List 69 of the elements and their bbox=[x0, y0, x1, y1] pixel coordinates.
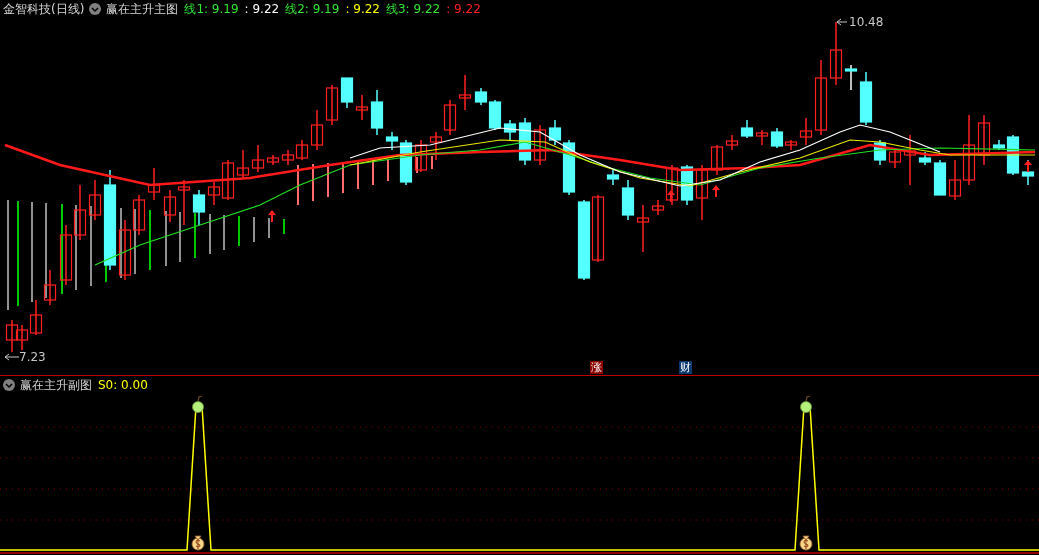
money-bag-icon bbox=[191, 535, 205, 551]
indicator-bar bbox=[209, 213, 211, 255]
indicator-bar bbox=[431, 155, 433, 170]
indicator-reading: 线1: 9.19 bbox=[184, 1, 239, 17]
candlestick bbox=[414, 139, 428, 173]
indicator-reading: 线3: 9.22 bbox=[385, 1, 441, 17]
candlestick bbox=[236, 149, 250, 179]
indicator-bar bbox=[357, 160, 359, 190]
up-arrow-icon bbox=[667, 190, 675, 202]
up-arrow-icon bbox=[712, 185, 720, 197]
candlestick bbox=[443, 99, 457, 136]
signal-badge: 财 bbox=[679, 361, 692, 374]
indicator-reading: : 9.22 bbox=[345, 1, 380, 17]
indicator-bar bbox=[283, 218, 285, 235]
indicator-reading: S0: 0.00 bbox=[98, 377, 148, 393]
indicator-bar bbox=[327, 162, 329, 198]
candlestick bbox=[340, 77, 354, 109]
candlestick bbox=[29, 299, 43, 336]
signal-badge: 涨 bbox=[590, 361, 603, 374]
indicator-bar bbox=[253, 216, 255, 243]
candlestick bbox=[59, 224, 73, 286]
indicator-name: 赢在主升主图 bbox=[106, 1, 179, 17]
candlestick bbox=[43, 269, 57, 306]
indicator-reading: : 9.22 bbox=[244, 1, 280, 17]
high-price-label: 10.48 bbox=[849, 15, 884, 29]
candlestick bbox=[147, 167, 161, 201]
up-arrow-icon bbox=[1024, 160, 1032, 172]
candlestick bbox=[73, 184, 87, 241]
indicator-bar bbox=[120, 207, 122, 279]
indicator-bar bbox=[372, 159, 374, 186]
indicator-bar bbox=[194, 212, 196, 259]
indicator-bar bbox=[165, 210, 167, 267]
arrow-icon bbox=[836, 18, 848, 26]
indicator-bar bbox=[342, 161, 344, 194]
candlestick bbox=[591, 194, 605, 263]
candlestick bbox=[873, 139, 887, 166]
candlestick bbox=[429, 131, 443, 161]
apple-icon bbox=[192, 395, 204, 413]
apple-icon bbox=[800, 395, 812, 413]
indicator-bar bbox=[149, 209, 151, 271]
indicator-name: 赢在主升副图 bbox=[20, 377, 92, 393]
indicator-bar bbox=[134, 208, 136, 275]
indicator-bar bbox=[268, 217, 270, 239]
indicator-bar bbox=[238, 215, 240, 247]
arrow-icon bbox=[4, 353, 20, 361]
indicator-bar bbox=[297, 164, 299, 206]
candlestick bbox=[177, 179, 191, 226]
candlestick bbox=[458, 74, 472, 111]
indicator-bar bbox=[416, 156, 418, 174]
candlestick bbox=[163, 189, 177, 223]
candlestick bbox=[755, 129, 769, 146]
indicator-reading: : 9.22 bbox=[446, 1, 481, 17]
money-bag-icon bbox=[799, 535, 813, 551]
indicator-bar bbox=[312, 163, 314, 202]
candlestick bbox=[5, 319, 19, 353]
chevron-icon[interactable] bbox=[89, 3, 102, 15]
candlestick bbox=[15, 324, 29, 351]
up-arrow-icon bbox=[268, 210, 276, 222]
candlestick bbox=[325, 84, 339, 126]
low-price-label: 7.23 bbox=[19, 350, 46, 364]
indicator-bar bbox=[179, 211, 181, 263]
indicator-reading: 线2: 9.19 bbox=[285, 1, 340, 17]
chevron-icon[interactable] bbox=[3, 379, 15, 391]
indicator-bar bbox=[223, 214, 225, 251]
candlestick bbox=[680, 164, 694, 206]
candlestick bbox=[281, 149, 295, 166]
indicator-bar bbox=[387, 158, 389, 182]
candlestick bbox=[740, 119, 754, 139]
stock-title: 金智科技(日线) bbox=[3, 1, 85, 17]
